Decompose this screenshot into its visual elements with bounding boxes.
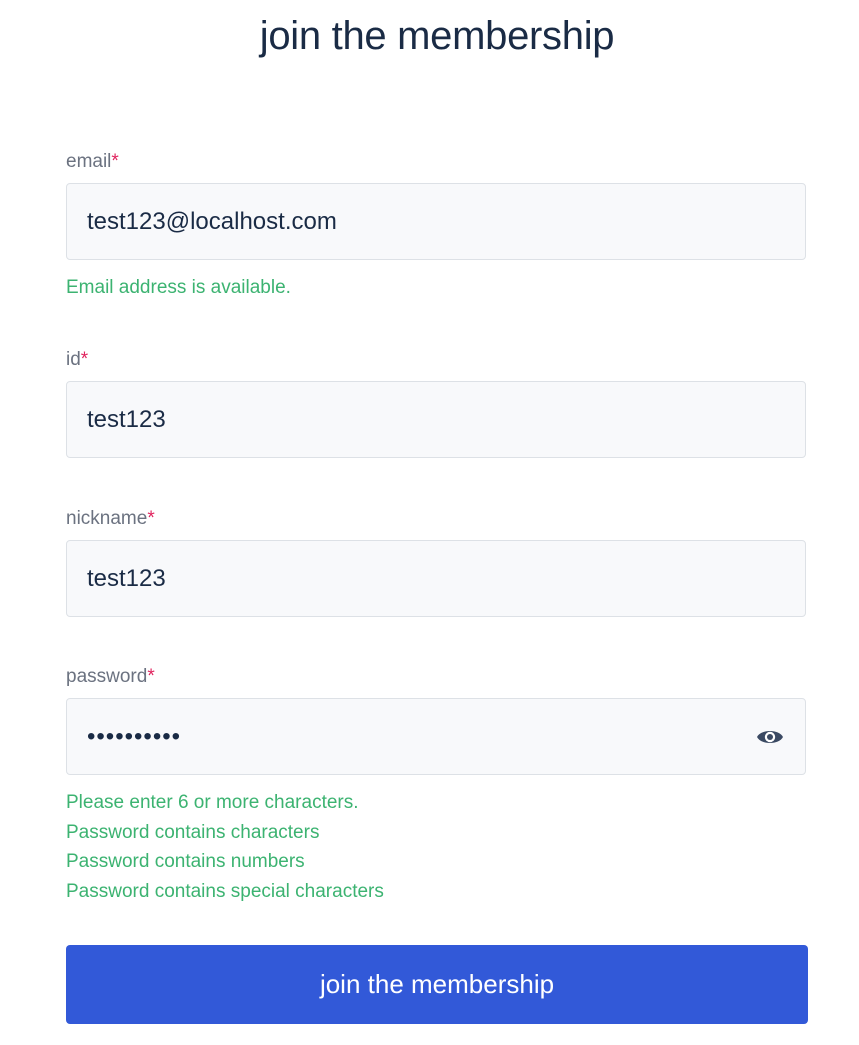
id-label: id* [66, 349, 88, 371]
password-label-text: password [66, 666, 148, 687]
required-mark: * [80, 349, 89, 370]
password-field-box [66, 698, 806, 775]
nickname-field[interactable] [67, 541, 805, 616]
signup-page: join the membership email* Email address… [0, 0, 859, 1045]
id-label-text: id [66, 349, 81, 370]
required-mark: * [147, 666, 155, 687]
page-title: join the membership [259, 14, 615, 58]
password-rule-numbers: Password contains numbers [66, 851, 305, 872]
nickname-label: nickname* [66, 508, 155, 530]
email-status-message: Email address is available. [66, 277, 291, 298]
eye-icon[interactable] [755, 724, 785, 750]
password-field[interactable] [67, 699, 805, 774]
id-field-box [66, 381, 806, 458]
password-rule-length: Please enter 6 or more characters. [66, 792, 359, 813]
join-membership-button[interactable]: join the membership [66, 945, 808, 1024]
nickname-label-text: nickname [66, 508, 148, 529]
email-label: email* [66, 151, 119, 173]
required-mark: * [147, 508, 155, 529]
email-field[interactable] [67, 184, 805, 259]
nickname-field-box [66, 540, 806, 617]
email-label-text: email [66, 151, 112, 172]
password-label: password* [66, 666, 155, 688]
password-rule-characters: Password contains characters [66, 822, 320, 843]
required-mark: * [111, 151, 119, 172]
email-field-box [66, 183, 806, 260]
password-rule-special: Password contains special characters [66, 881, 384, 902]
id-field[interactable] [67, 382, 805, 457]
